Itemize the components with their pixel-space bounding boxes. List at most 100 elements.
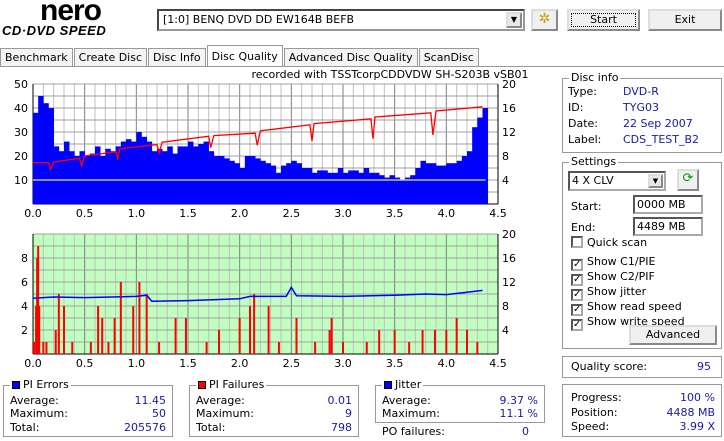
jitter-color-icon: [384, 381, 392, 389]
pif-bar: [63, 306, 65, 354]
pie-bar: [415, 168, 421, 204]
tab-create-disc[interactable]: Create Disc: [73, 48, 148, 67]
checkbox-show-c2-pif[interactable]: ✓ Show C2/PIF: [571, 270, 655, 286]
pie-bar: [312, 172, 318, 204]
checkbox-show-read-speed[interactable]: ✓ Show read speed: [571, 300, 682, 316]
chevron-down-icon[interactable]: ▼: [506, 12, 522, 28]
quality-score-value: 95: [697, 360, 711, 373]
pie-bar: [146, 141, 153, 204]
checkbox-quick-scan[interactable]: Quick scan: [571, 236, 647, 249]
pie-maximum-label: Maximum:: [10, 407, 68, 420]
exit-button[interactable]: Exit: [648, 9, 722, 31]
pie-bar: [451, 163, 457, 204]
end-input[interactable]: 4489 MB: [633, 217, 703, 236]
pie-bar: [151, 151, 158, 204]
pif-bar: [421, 330, 424, 354]
pie-bar: [53, 146, 60, 204]
tab-scandisc[interactable]: ScanDisc: [418, 48, 479, 67]
pif-bar: [97, 306, 100, 354]
x-tick-label: 2.5: [283, 357, 301, 370]
y2-tick-label: 20: [502, 78, 516, 91]
pie-bar: [229, 160, 235, 204]
y2-tick-label: 12: [502, 126, 516, 139]
checkbox-label: Show C2/PIF: [587, 270, 655, 283]
x-tick-label: 0.0: [24, 357, 42, 370]
checkbox-show-jitter[interactable]: ✓ Show jitter: [571, 285, 646, 301]
x-tick-label: 1.0: [128, 357, 146, 370]
end-label: End:: [571, 221, 596, 234]
pie-bar: [446, 163, 452, 204]
x-tick-label: 2.0: [231, 207, 249, 220]
x-tick-label: 3.5: [386, 357, 404, 370]
tab-benchmark[interactable]: Benchmark: [0, 48, 73, 67]
y2-tick-label: 20: [502, 228, 516, 241]
tab-disc-quality[interactable]: Disc Quality: [206, 45, 283, 67]
start-label: Start:: [571, 200, 602, 213]
pif-bar: [365, 342, 368, 354]
drive-select[interactable]: [1:0] BENQ DVD DD EW164B BEFB ▼: [157, 9, 525, 31]
pif-bar: [184, 318, 187, 354]
checkbox-show-c1-pie[interactable]: ✓ Show C1/PIE: [571, 255, 655, 271]
x-tick-label: 2.0: [231, 357, 249, 370]
pi-errors-group: PI Errors Average: 11.45 Maximum: 50 Tot…: [3, 378, 173, 437]
start-input[interactable]: 0000 MB: [633, 195, 703, 214]
pie-bar: [405, 177, 411, 204]
pie-bar: [167, 146, 173, 204]
pi-failures-title: PI Failures: [196, 378, 267, 391]
pie-bar: [337, 168, 344, 204]
pif-bar: [328, 330, 331, 354]
pie-bar: [208, 151, 215, 204]
checkbox-icon[interactable]: [571, 236, 583, 248]
pie-bar: [456, 160, 463, 204]
speed-select[interactable]: 4 X CLV ▼: [568, 171, 666, 191]
pie-bar: [193, 146, 199, 204]
po-failures-value: 0: [522, 425, 529, 438]
checkbox-label: Show read speed: [587, 300, 682, 313]
label-value: CDS_TEST_B2: [623, 133, 700, 146]
type-label: Type:: [568, 85, 597, 98]
label-label: Label:: [568, 133, 602, 146]
pie-bar: [477, 117, 483, 204]
pif-bar: [277, 342, 280, 354]
type-value: DVD-R: [623, 85, 659, 98]
y-tick-label: 6: [21, 276, 28, 289]
checkbox-icon[interactable]: ✓: [571, 319, 583, 331]
checkbox-label: Show C1/PIE: [587, 255, 656, 268]
start-button[interactable]: Start: [567, 9, 640, 31]
tab-advanced-disc-quality[interactable]: Advanced Disc Quality: [283, 48, 418, 67]
jitter-maximum-label: Maximum:: [382, 407, 440, 420]
pie-bar: [162, 151, 168, 204]
pie-bar: [270, 165, 277, 204]
x-tick-label: 3.0: [334, 207, 352, 220]
jitter-average-value: 9.37 %: [499, 394, 538, 407]
pif-average-value: 0.01: [327, 394, 353, 407]
pif-bar: [393, 330, 396, 354]
pie-bar: [131, 141, 137, 204]
y2-tick-label: 4: [502, 174, 509, 187]
pie-bar: [239, 168, 246, 204]
pif-bar: [249, 306, 251, 354]
pie-bar: [332, 172, 339, 204]
jitter-average-label: Average:: [382, 394, 431, 407]
pif-bar: [205, 342, 208, 354]
pif-bar: [145, 294, 148, 354]
pif-bar: [158, 342, 161, 354]
advanced-button[interactable]: Advanced: [629, 325, 717, 345]
jitter-title-text: Jitter: [395, 378, 422, 391]
po-failures-label: PO failures:: [382, 425, 445, 438]
progress-value: 100 %: [680, 391, 715, 404]
x-tick-label: 1.0: [128, 207, 146, 220]
pif-bar: [408, 342, 411, 354]
position-value: 4488 MB: [666, 406, 715, 419]
refresh-icon[interactable]: ⟳: [677, 169, 699, 191]
pif-bar: [38, 306, 41, 354]
chevron-down-icon[interactable]: ▼: [648, 174, 663, 188]
pie-bar: [430, 163, 437, 204]
pie-bar: [317, 170, 323, 204]
drive-select-value: [1:0] BENQ DVD DD EW164B BEFB: [163, 13, 355, 26]
pie-bar: [126, 139, 132, 204]
pif-bar: [119, 282, 122, 354]
tab-disc-info[interactable]: Disc Info: [148, 48, 206, 67]
x-tick-label: 4.5: [489, 207, 507, 220]
drive-config-icon[interactable]: ✲: [531, 9, 558, 31]
